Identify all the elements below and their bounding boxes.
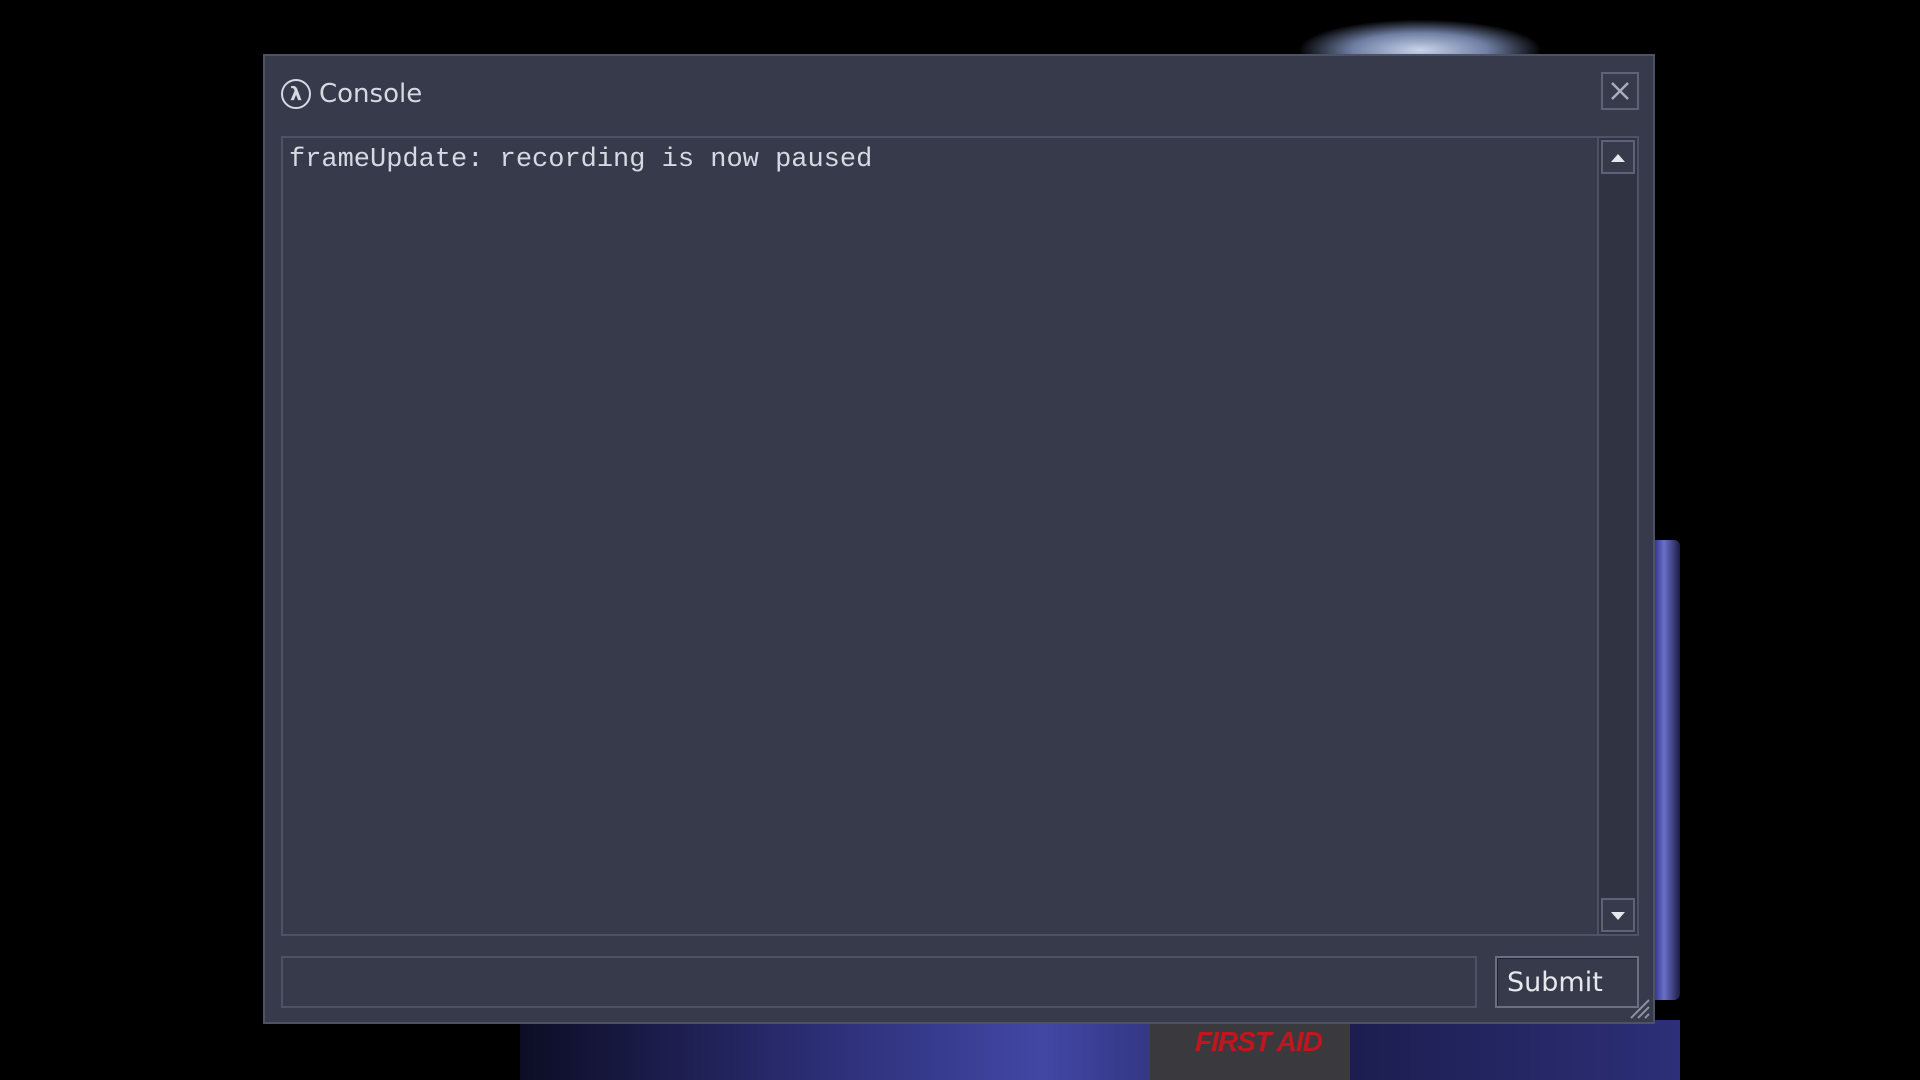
background-floor: [520, 1020, 1680, 1080]
console-output[interactable]: frameUpdate: recording is now paused: [281, 136, 1639, 936]
first-aid-label: FIRST AID: [1195, 1026, 1323, 1057]
scroll-up-button[interactable]: [1601, 140, 1635, 174]
window-title: Console: [319, 79, 423, 109]
game-background: FIRST AID λ Console frameUpdate: recordi…: [0, 0, 1920, 1080]
submit-button[interactable]: Submit: [1495, 956, 1639, 1008]
lambda-icon: λ: [281, 79, 311, 109]
command-input[interactable]: [281, 956, 1477, 1008]
resize-grip-icon[interactable]: [1623, 992, 1651, 1020]
arrow-down-icon: [1610, 906, 1626, 925]
scrollbar[interactable]: [1597, 138, 1637, 934]
close-icon: [1609, 80, 1631, 102]
title-bar[interactable]: λ Console: [281, 76, 422, 112]
close-button[interactable]: [1601, 72, 1639, 110]
console-window[interactable]: λ Console frameUpdate: recording is now …: [263, 54, 1655, 1024]
scroll-down-button[interactable]: [1601, 898, 1635, 932]
arrow-up-icon: [1610, 148, 1626, 167]
console-output-line: frameUpdate: recording is now paused: [289, 145, 873, 175]
